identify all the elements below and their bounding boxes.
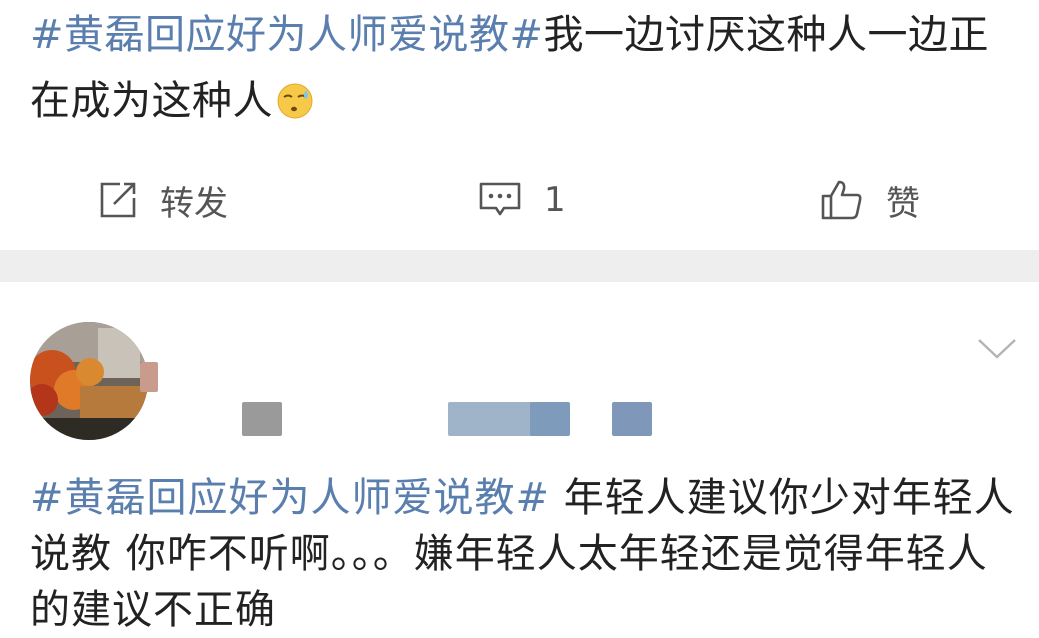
post-text-2: #黄磊回应好为人师爱说教# 年轻人建议你少对年轻人说教 你咋不听啊。。。嫌年轻人… [30, 470, 1025, 638]
blurred-username-4 [612, 402, 652, 436]
avatar-image [30, 322, 148, 440]
share-button[interactable]: 转发 [98, 168, 228, 232]
hashtag-link-1[interactable]: #黄磊回应好为人师爱说教# [30, 12, 544, 58]
post-card-1: #黄磊回应好为人师爱说教#我一边讨厌这种人一边正在成为这种人 转发 1 赞 [0, 0, 1039, 250]
like-button[interactable]: 赞 [820, 168, 920, 232]
share-label: 转发 [160, 183, 228, 224]
like-label: 赞 [886, 183, 920, 224]
comment-count: 1 [544, 180, 566, 220]
thumbs-up-icon [821, 180, 862, 220]
avatar[interactable] [30, 322, 148, 440]
post-card-2: #黄磊回应好为人师爱说教# 年轻人建议你少对年轻人说教 你咋不听啊。。。嫌年轻人… [0, 282, 1039, 634]
blurred-username-5 [140, 362, 158, 392]
post-text-1: #黄磊回应好为人师爱说教#我一边讨厌这种人一边正在成为这种人 [30, 2, 1020, 134]
sweat-face-icon [277, 83, 313, 119]
blurred-username-3 [530, 402, 570, 436]
chevron-down-icon[interactable] [977, 338, 1017, 360]
section-divider [0, 250, 1039, 282]
hashtag-link-2[interactable]: #黄磊回应好为人师爱说教# [30, 475, 550, 521]
comment-button[interactable]: 1 [478, 168, 566, 232]
blurred-username-1 [242, 402, 282, 436]
share-icon [100, 182, 136, 218]
comment-icon [479, 182, 521, 216]
action-bar: 转发 1 赞 [0, 168, 1039, 232]
